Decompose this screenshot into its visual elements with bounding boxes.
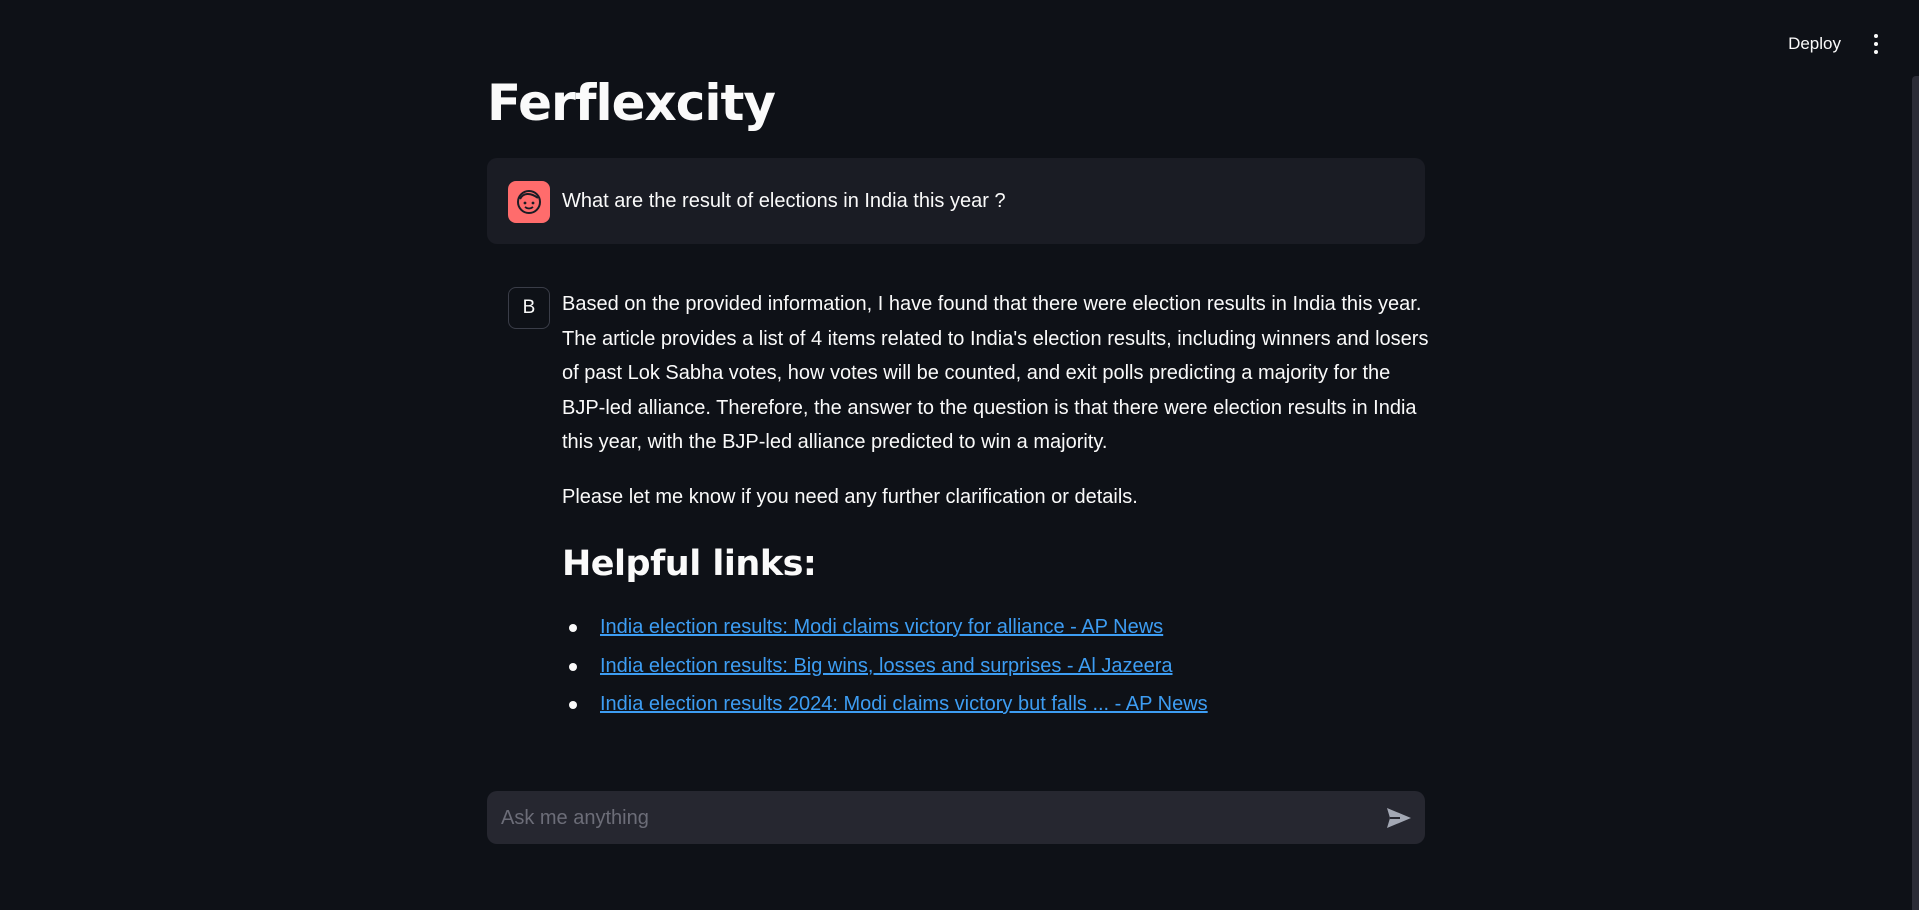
helpful-links-list: India election results: Modi claims vict… [562, 608, 1432, 724]
link-ap-news-2024[interactable]: India election results 2024: Modi claims… [600, 693, 1208, 715]
list-item: India election results 2024: Modi claims… [562, 685, 1432, 724]
link-al-jazeera[interactable]: India election results: Big wins, losses… [600, 655, 1173, 677]
page-title: Ferflexcity [487, 74, 776, 132]
main-menu-icon[interactable] [1869, 31, 1883, 57]
user-avatar [508, 181, 550, 223]
deploy-button[interactable]: Deploy [1780, 30, 1849, 58]
link-ap-news-victory[interactable]: India election results: Modi claims vict… [600, 616, 1163, 638]
list-item: India election results: Modi claims vict… [562, 608, 1432, 647]
face-icon [517, 190, 541, 214]
assistant-paragraph: Please let me know if you need any furth… [562, 485, 1138, 508]
scrollbar[interactable] [1912, 76, 1919, 910]
chat-input-bar [487, 791, 1425, 846]
helpful-links-heading: Helpful links: [562, 544, 817, 584]
assistant-chat-message: Based on the provided information, I hav… [562, 287, 1432, 724]
top-toolbar: Deploy [0, 0, 1919, 88]
send-button[interactable] [1385, 804, 1413, 832]
user-chat-message: What are the result of elections in Indi… [487, 158, 1425, 244]
chat-input[interactable] [499, 791, 1363, 846]
send-icon [1387, 808, 1411, 828]
assistant-avatar: B [508, 287, 550, 329]
user-message-text: What are the result of elections in Indi… [562, 190, 1006, 212]
list-item: India election results: Big wins, losses… [562, 647, 1432, 686]
assistant-paragraph: Based on the provided information, I hav… [562, 293, 1429, 453]
